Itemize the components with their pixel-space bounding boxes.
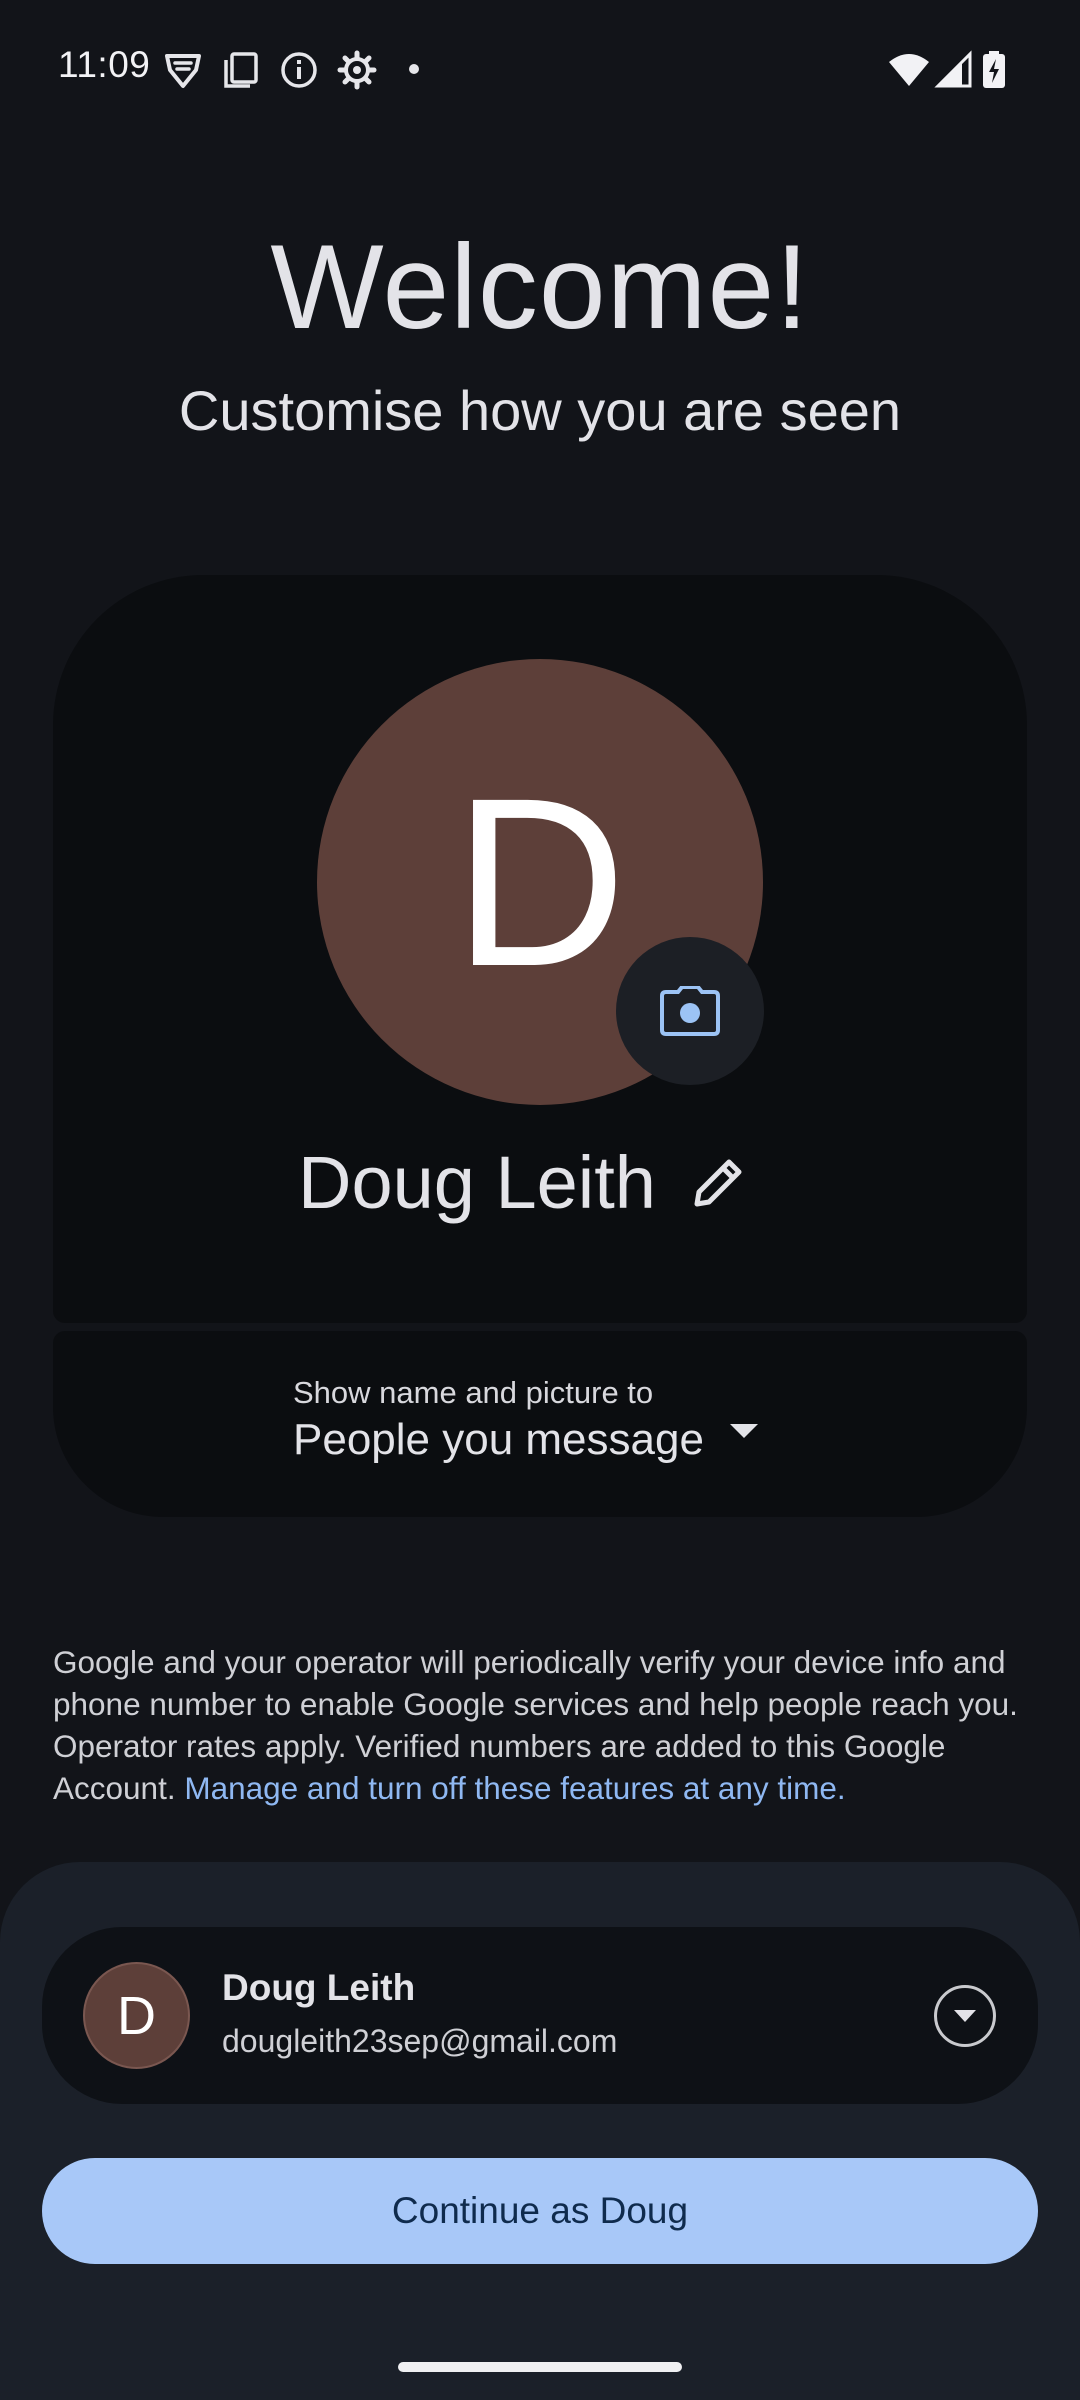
page-title: Welcome! bbox=[270, 220, 810, 354]
cell-signal-icon bbox=[934, 50, 972, 88]
info-icon bbox=[281, 52, 317, 88]
account-name: Doug Leith bbox=[222, 1967, 416, 2008]
camera-icon bbox=[660, 986, 720, 1036]
chevron-down-icon bbox=[954, 2010, 976, 2022]
status-bar: 11:09 bbox=[0, 0, 1080, 130]
copy-icon bbox=[224, 52, 258, 88]
account-email: dougleith23sep@gmail.com bbox=[222, 2023, 618, 2059]
dropdown-arrow-icon bbox=[730, 1424, 758, 1438]
name-row: Doug Leith bbox=[53, 1140, 1027, 1240]
account-sheet: D Doug Leith dougleith23sep@gmail.com Co… bbox=[0, 1862, 1080, 2400]
battery-charging-icon bbox=[983, 51, 1005, 88]
visibility-value: People you message bbox=[293, 1415, 704, 1464]
account-selector[interactable]: D Doug Leith dougleith23sep@gmail.com bbox=[42, 1927, 1038, 2104]
verification-disclaimer: Google and your operator will periodical… bbox=[53, 1641, 1033, 1809]
page-subtitle: Customise how you are seen bbox=[178, 379, 902, 442]
profile-name: Doug Leith bbox=[298, 1141, 656, 1224]
status-time: 11:09 bbox=[58, 44, 151, 85]
notification-dot bbox=[409, 64, 419, 74]
visibility-dropdown[interactable]: Show name and picture to People you mess… bbox=[293, 1375, 813, 1485]
continue-button[interactable]: Continue as Doug bbox=[42, 2158, 1038, 2264]
wifi-icon bbox=[889, 54, 929, 86]
profile-card: D Doug Leith Show name and picture to Pe… bbox=[53, 575, 1027, 1517]
profile-card-top: D Doug Leith bbox=[53, 575, 1027, 1323]
pencil-icon[interactable] bbox=[689, 1152, 749, 1212]
account-expand-button[interactable] bbox=[934, 1985, 996, 2047]
screen: 11:09 Welcome! Customise how you are see… bbox=[0, 0, 1080, 2400]
home-indicator[interactable] bbox=[398, 2362, 682, 2372]
vpn-shield-icon bbox=[165, 54, 201, 88]
account-avatar: D bbox=[83, 1962, 190, 2069]
change-photo-button[interactable] bbox=[616, 937, 764, 1085]
settings-icon bbox=[337, 50, 377, 90]
visibility-label: Show name and picture to bbox=[293, 1375, 654, 1410]
manage-features-link[interactable]: Manage and turn off these features at an… bbox=[184, 1770, 845, 1806]
